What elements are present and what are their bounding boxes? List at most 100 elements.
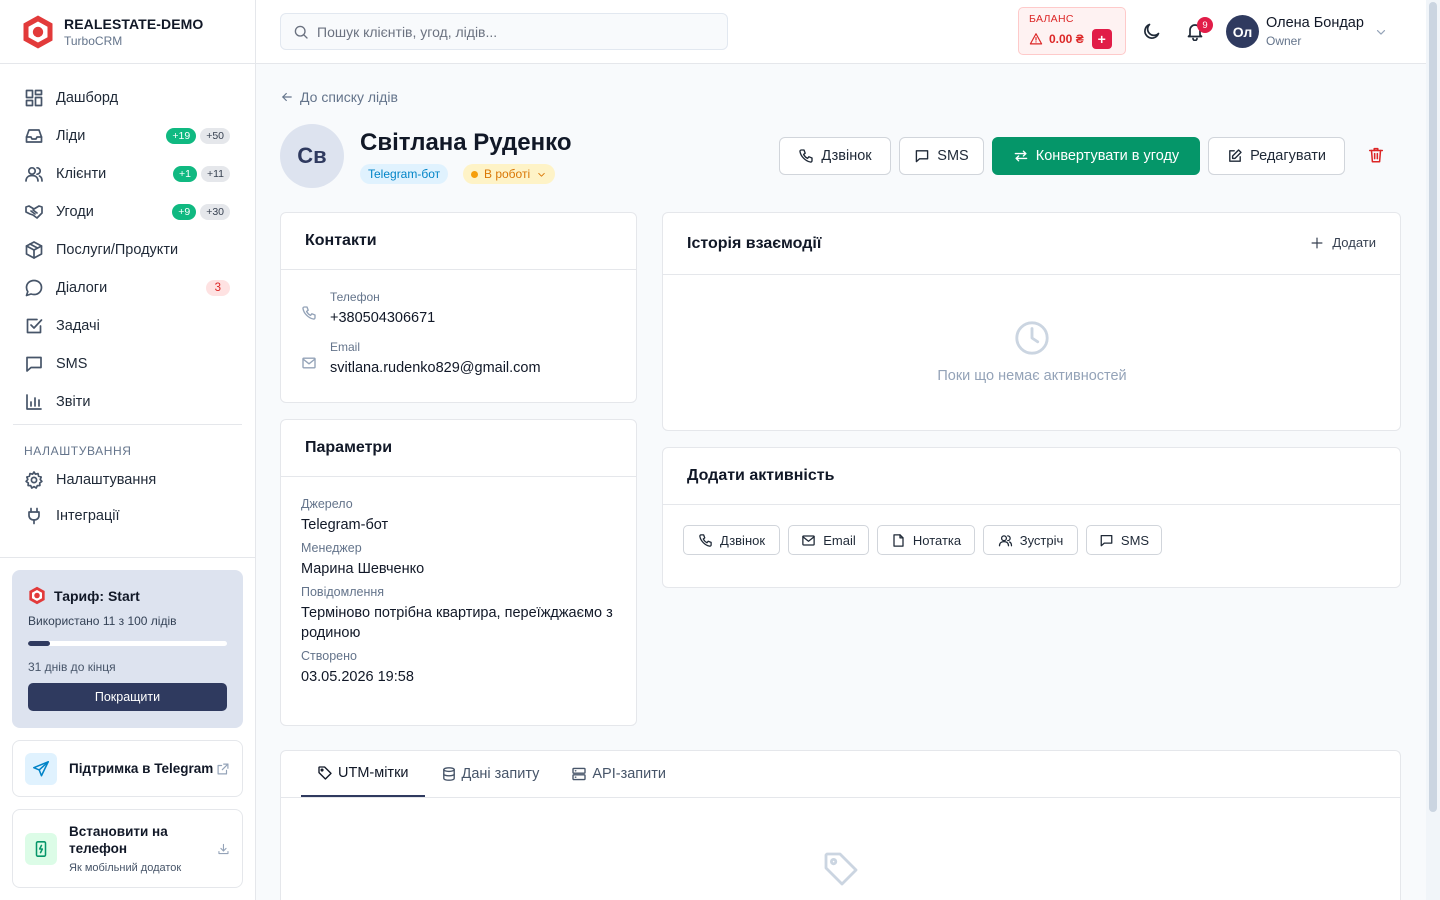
param-value: Telegram-бот (301, 517, 389, 533)
send-icon (25, 752, 57, 785)
activity-sms-button[interactable]: SMS (1086, 525, 1162, 555)
activity-email-label: Email (823, 532, 856, 548)
add-activity-card: Додати активність Дзвінок Email Нотатка … (662, 447, 1401, 588)
search-input[interactable] (317, 23, 697, 40)
add-history-button[interactable]: Додати (1310, 235, 1376, 250)
status-label: В роботі (484, 167, 531, 181)
trash-icon[interactable] (1367, 146, 1385, 164)
tab-label: Дані запиту (461, 766, 540, 782)
dashboard-icon (25, 89, 43, 107)
clock-icon (1015, 321, 1049, 355)
contacts-title: Контакти (281, 213, 636, 270)
plan-usage-text: Використано 11 з 100 лідів (28, 614, 177, 628)
nav-label: Задачі (56, 318, 100, 334)
install-app-card[interactable]: Встановити на телефон Як мобільний додат… (12, 809, 243, 888)
phone-value[interactable]: +380504306671 (330, 310, 435, 326)
brand[interactable]: REALESTATE-DEMO TurboCRM (0, 0, 255, 64)
nav-item-integrations[interactable]: Інтеграції (0, 498, 255, 534)
nav-item-services[interactable]: Послуги/Продукти (0, 231, 255, 269)
tab-api-requests[interactable]: API-запити (555, 751, 682, 797)
activity-note-button[interactable]: Нотатка (877, 525, 975, 555)
upgrade-button[interactable]: Покращити (28, 683, 227, 711)
history-card: Історія взаємодії Додати Поки що немає а… (662, 212, 1401, 431)
unread-count-badge: 3 (205, 280, 230, 296)
activity-meeting-button[interactable]: Зустріч (983, 525, 1078, 555)
install-sub: Як мобільний додаток (69, 862, 182, 874)
balance-widget[interactable]: БАЛАНС 0.00 ₴ + (1018, 7, 1126, 55)
param-value: Марина Шевченко (301, 561, 425, 577)
user-menu[interactable]: Олена Бондар Owner (1266, 15, 1364, 48)
param-value: 03.05.2026 19:58 (301, 669, 414, 685)
sms-button[interactable]: SMS (899, 137, 984, 175)
activity-call-button[interactable]: Дзвінок (683, 525, 780, 555)
handshake-icon (25, 205, 43, 219)
mail-icon (802, 534, 815, 546)
activity-email-button[interactable]: Email (788, 525, 869, 555)
back-to-leads-link[interactable]: До списку лідів (280, 89, 398, 105)
activity-sms-label: SMS (1120, 532, 1150, 548)
params-title: Параметри (281, 420, 636, 477)
chevron-down-icon (538, 172, 545, 177)
balance-value: 0.00 ₴ (1049, 32, 1084, 46)
plan-card: Тариф: Start Використано 11 з 100 лідів … (12, 570, 243, 728)
phone-row[interactable]: Телефон +380504306671 (281, 290, 636, 326)
phone-icon (799, 149, 814, 163)
moon-icon[interactable] (1142, 21, 1162, 41)
brand-name: REALESTATE-DEMO (64, 15, 204, 32)
chat-bubble-icon (25, 279, 43, 297)
users-icon (25, 166, 43, 182)
nav-section-settings: НАЛАШТУВАННЯ (24, 444, 132, 458)
inbox-icon (25, 129, 43, 143)
history-empty-text: Поки що немає активностей (937, 368, 1127, 384)
call-label: Дзвінок (821, 148, 872, 164)
server-icon (572, 767, 587, 781)
chevron-down-icon[interactable] (1374, 25, 1388, 39)
nav-item-clients[interactable]: Клієнти +1 +11 (0, 155, 255, 193)
email-value[interactable]: svitlana.rudenko829@gmail.com (330, 360, 541, 376)
tab-request-data[interactable]: Дані запиту (425, 751, 556, 797)
email-row[interactable]: Email svitlana.rudenko829@gmail.com (281, 340, 636, 376)
sms-label: SMS (937, 148, 969, 164)
tab-label: API-запити (592, 766, 666, 782)
nav-item-deals[interactable]: Угоди +9 +30 (0, 193, 255, 231)
user-avatar[interactable]: Ол (1226, 15, 1259, 48)
activity-meeting-label: Зустріч (1019, 532, 1064, 548)
bar-chart-icon (26, 394, 42, 410)
activity-call-label: Дзвінок (719, 532, 766, 548)
page-scrollbar[interactable] (1426, 0, 1440, 900)
search-icon (294, 25, 308, 39)
package-icon (25, 241, 43, 259)
nav-label: Звіти (56, 394, 91, 410)
status-dropdown[interactable]: В роботі (463, 164, 556, 184)
search-box[interactable] (280, 13, 728, 50)
top-header: БАЛАНС 0.00 ₴ + 9 Ол Олена Бондар Owner (256, 0, 1426, 64)
nav-label: Налаштування (56, 472, 157, 488)
edit-button[interactable]: Редагувати (1208, 137, 1345, 175)
nav-item-sms[interactable]: SMS (0, 345, 255, 383)
nav-item-leads[interactable]: Ліди +19 +50 (0, 117, 255, 155)
users-icon (998, 534, 1012, 546)
gear-icon (25, 471, 43, 489)
external-link-icon (217, 763, 229, 774)
download-icon (218, 843, 229, 854)
nav-item-reports[interactable]: Звіти (0, 383, 255, 421)
sidebar: REALESTATE-DEMO TurboCRM Дашборд Ліди +1… (0, 0, 256, 900)
call-button[interactable]: Дзвінок (779, 137, 891, 175)
telegram-support-card[interactable]: Підтримка в Telegram (12, 740, 243, 797)
nav-item-tasks[interactable]: Задачі (0, 307, 255, 345)
nav-item-dialogs[interactable]: Діалоги 3 (0, 269, 255, 307)
convert-to-deal-button[interactable]: Конвертувати в угоду (992, 137, 1200, 175)
message-square-icon (26, 356, 42, 372)
nav-item-dashboard[interactable]: Дашборд (0, 79, 255, 117)
plan-title-text: Тариф: Start (54, 587, 140, 604)
lead-avatar: Св (280, 124, 344, 188)
file-icon (893, 533, 904, 547)
nav-item-settings[interactable]: Налаштування (0, 462, 255, 498)
tab-utm[interactable]: UTM-мітки (301, 751, 425, 797)
scrollbar-thumb[interactable] (1429, 2, 1437, 812)
support-title: Підтримка в Telegram (69, 761, 214, 776)
param-created: Створено 03.05.2026 19:58 (281, 649, 636, 687)
phone-label: Телефон (330, 290, 380, 304)
top-up-button[interactable]: + (1091, 29, 1112, 49)
edit-label: Редагувати (1250, 148, 1326, 164)
